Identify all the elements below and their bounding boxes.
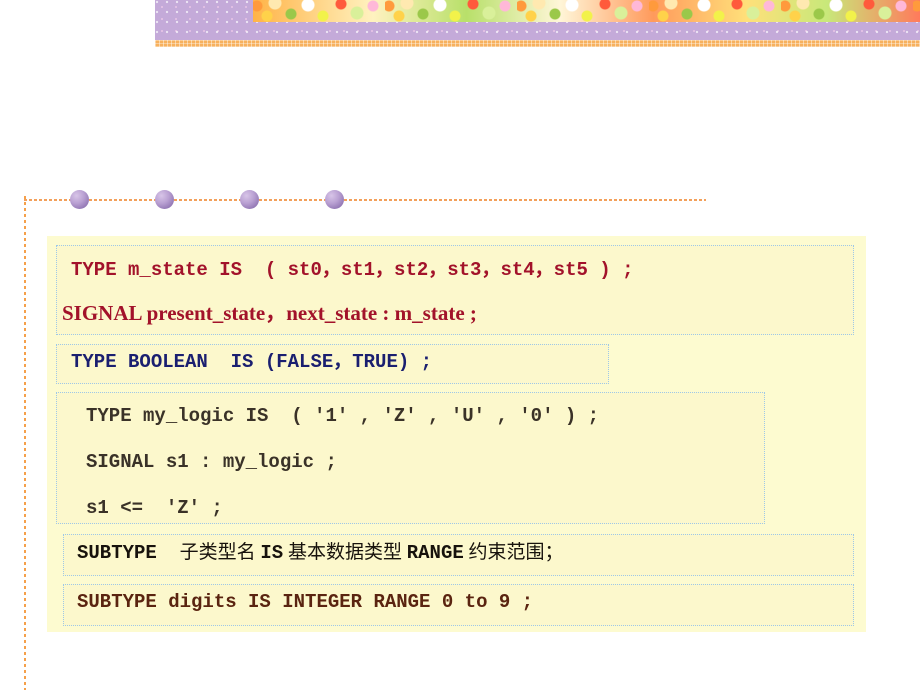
left-vertical-dotted-rule bbox=[24, 196, 26, 690]
code-segment: IS bbox=[260, 542, 284, 564]
code-segment: SUBTYPE bbox=[77, 542, 157, 564]
slide-header-band bbox=[155, 0, 920, 47]
code-block-type-m-state: TYPE m_state IS ( st0，st1，st2，st3，st4，st… bbox=[56, 245, 854, 335]
header-orange-bar bbox=[155, 40, 920, 47]
divider-sphere-icon bbox=[325, 190, 344, 209]
code-segment: 约束范围； bbox=[468, 542, 564, 563]
code-line: TYPE BOOLEAN IS (FALSE，TRUE) ; bbox=[71, 351, 433, 373]
decorative-divider bbox=[24, 190, 706, 210]
code-segment: 基本数据类型 bbox=[287, 542, 402, 563]
code-line: TYPE my_logic IS ( '1' , 'Z' , 'U' , '0'… bbox=[86, 405, 600, 427]
code-line: s1 <= 'Z' ; bbox=[86, 497, 223, 519]
code-segment: RANGE bbox=[406, 542, 464, 564]
divider-sphere-icon bbox=[70, 190, 89, 209]
divider-sphere-icon bbox=[240, 190, 259, 209]
code-line-segmented: SUBTYPE 子类型名 IS 基本数据类型 RANGE 约束范围； bbox=[77, 543, 564, 563]
code-line: TYPE m_state IS ( st0，st1，st2，st3，st4，st… bbox=[71, 259, 634, 281]
divider-sphere-icon bbox=[155, 190, 174, 209]
code-line: SIGNAL s1 : my_logic ; bbox=[86, 451, 337, 473]
header-photo-strip-icon bbox=[253, 0, 920, 22]
code-block-subtype-generic: SUBTYPE 子类型名 IS 基本数据类型 RANGE 约束范围； bbox=[63, 534, 854, 576]
code-line: SUBTYPE digits IS INTEGER RANGE 0 to 9 ; bbox=[77, 591, 534, 613]
code-block-type-boolean: TYPE BOOLEAN IS (FALSE，TRUE) ; bbox=[56, 344, 609, 384]
code-content-panel: TYPE m_state IS ( st0，st1，st2，st3，st4，st… bbox=[47, 236, 866, 632]
code-segment: 子类型名 bbox=[179, 542, 256, 563]
code-block-type-my-logic: TYPE my_logic IS ( '1' , 'Z' , 'U' , '0'… bbox=[56, 392, 765, 524]
code-block-subtype-digits: SUBTYPE digits IS INTEGER RANGE 0 to 9 ; bbox=[63, 584, 854, 626]
code-line: SIGNAL present_state，next_state : m_stat… bbox=[62, 301, 477, 325]
divider-line bbox=[24, 199, 706, 201]
